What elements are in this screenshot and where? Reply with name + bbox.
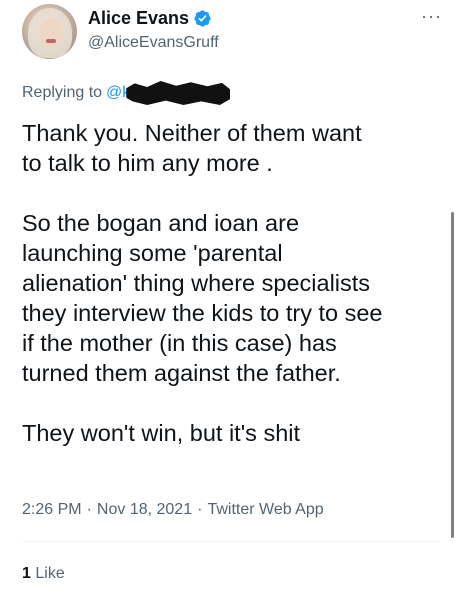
author-handle[interactable]: @AliceEvansGruff: [88, 34, 219, 52]
likes-count: 1: [22, 565, 31, 582]
verified-badge-icon: [194, 10, 211, 27]
tweet-date[interactable]: Nov 18, 2021: [97, 501, 192, 518]
avatar[interactable]: [22, 4, 77, 59]
tweet-source[interactable]: Twitter Web App: [207, 501, 323, 518]
tweet-header: Alice Evans @AliceEvansGruff ···: [22, 4, 452, 70]
redaction-scribble: [126, 81, 231, 105]
tweet-paragraph: So the bogan and ioan are launching some…: [22, 210, 383, 386]
tweet-metadata: 2:26 PM · Nov 18, 2021 · Twitter Web App: [22, 501, 324, 519]
scrollbar[interactable]: [451, 212, 454, 538]
divider: [22, 541, 440, 542]
likes-label: Like: [35, 565, 65, 582]
author-display-name[interactable]: Alice Evans: [88, 8, 189, 29]
tweet-paragraph: They won't win, but it's shit: [22, 420, 301, 446]
tweet-detail-view: Alice Evans @AliceEvansGruff ··· Replyin…: [0, 0, 462, 600]
meta-separator: ·: [86, 501, 92, 518]
tweet-time[interactable]: 2:26 PM: [22, 501, 82, 518]
replying-to: Replying to @k: [22, 81, 231, 105]
replying-to-label: Replying to: [22, 84, 103, 101]
tweet-paragraph: Thank you. Neither of them want to talk …: [22, 120, 362, 176]
meta-separator: ·: [197, 501, 203, 518]
more-options-icon[interactable]: ···: [421, 6, 442, 27]
likes-link[interactable]: 1 Like: [22, 565, 65, 583]
author-name-row[interactable]: Alice Evans: [88, 8, 212, 29]
tweet-text: Thank you. Neither of them want to talk …: [22, 118, 442, 448]
